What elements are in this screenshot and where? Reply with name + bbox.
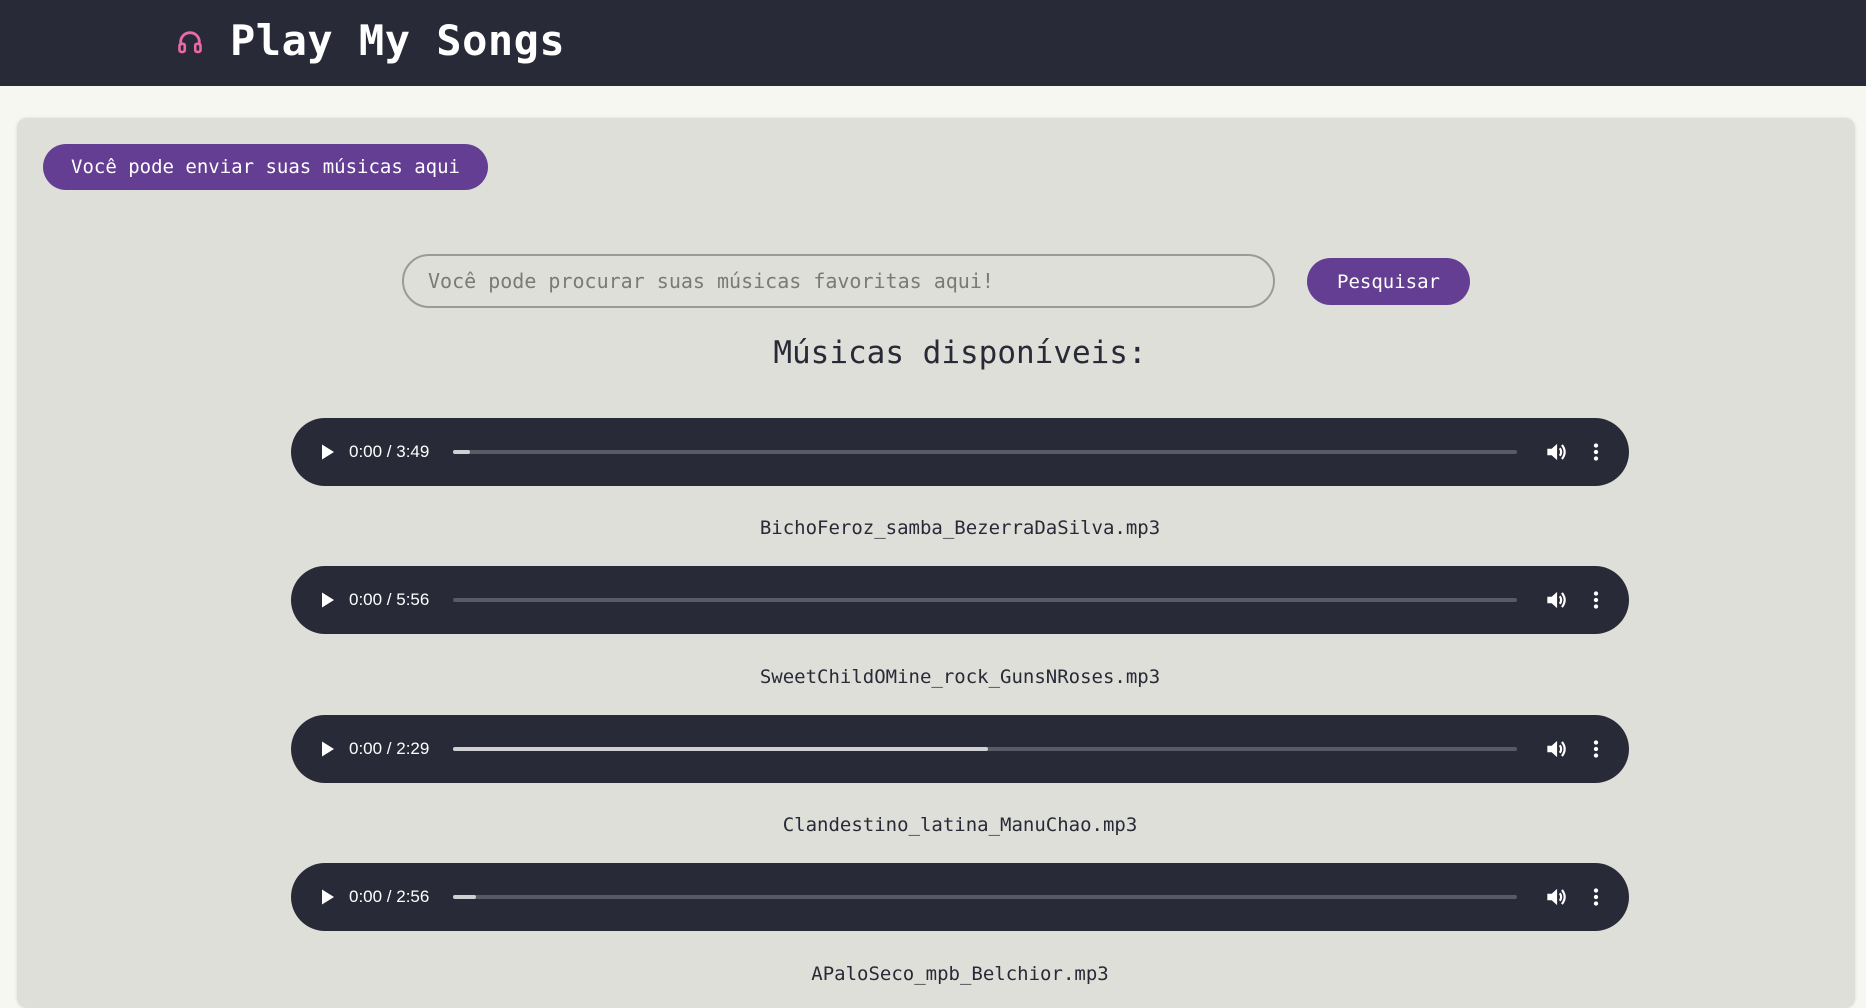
search-input[interactable] bbox=[402, 254, 1275, 308]
buffered-fill bbox=[453, 895, 477, 899]
play-icon[interactable] bbox=[315, 737, 339, 761]
buffered-fill bbox=[453, 747, 989, 751]
audio-progress-bar[interactable] bbox=[453, 598, 1517, 602]
app-title: Play My Songs bbox=[230, 16, 566, 65]
more-options-icon[interactable] bbox=[1583, 587, 1609, 613]
audio-time: 0:00 / 2:29 bbox=[349, 739, 430, 758]
section-title: Músicas disponíveis: bbox=[773, 335, 1147, 371]
audio-progress-bar[interactable] bbox=[453, 450, 1517, 454]
audio-player: 0:00 / 2:56 bbox=[291, 863, 1629, 931]
audio-player: 0:00 / 5:56 bbox=[291, 566, 1629, 634]
more-options-icon[interactable] bbox=[1583, 884, 1609, 910]
song-filename: APaloSeco_mpb_Belchior.mp3 bbox=[811, 963, 1109, 985]
more-options-icon[interactable] bbox=[1583, 439, 1609, 465]
play-icon[interactable] bbox=[315, 885, 339, 909]
more-options-icon[interactable] bbox=[1583, 736, 1609, 762]
audio-player: 0:00 / 3:49 bbox=[291, 418, 1629, 486]
top-bar: Play My Songs bbox=[0, 0, 1866, 86]
audio-time: 0:00 / 2:56 bbox=[349, 887, 430, 906]
volume-icon[interactable] bbox=[1543, 884, 1569, 910]
volume-icon[interactable] bbox=[1543, 587, 1569, 613]
volume-icon[interactable] bbox=[1543, 439, 1569, 465]
search-button[interactable]: Pesquisar bbox=[1307, 258, 1470, 305]
audio-player: 0:00 / 2:29 bbox=[291, 715, 1629, 783]
play-icon[interactable] bbox=[315, 440, 339, 464]
audio-time: 0:00 / 5:56 bbox=[349, 590, 430, 609]
play-icon[interactable] bbox=[315, 588, 339, 612]
audio-progress-bar[interactable] bbox=[453, 895, 1517, 899]
song-filename: BichoFeroz_samba_BezerraDaSilva.mp3 bbox=[759, 517, 1161, 539]
song-filename: Clandestino_latina_ManuChao.mp3 bbox=[782, 814, 1138, 836]
song-filename: SweetChildOMine_rock_GunsNRoses.mp3 bbox=[759, 666, 1161, 688]
upload-songs-button[interactable]: Você pode enviar suas músicas aqui bbox=[43, 144, 488, 190]
volume-icon[interactable] bbox=[1543, 736, 1569, 762]
audio-progress-bar[interactable] bbox=[453, 747, 1517, 751]
audio-time: 0:00 / 3:49 bbox=[349, 442, 430, 461]
headphones-icon bbox=[178, 31, 202, 54]
buffered-fill bbox=[453, 450, 471, 454]
